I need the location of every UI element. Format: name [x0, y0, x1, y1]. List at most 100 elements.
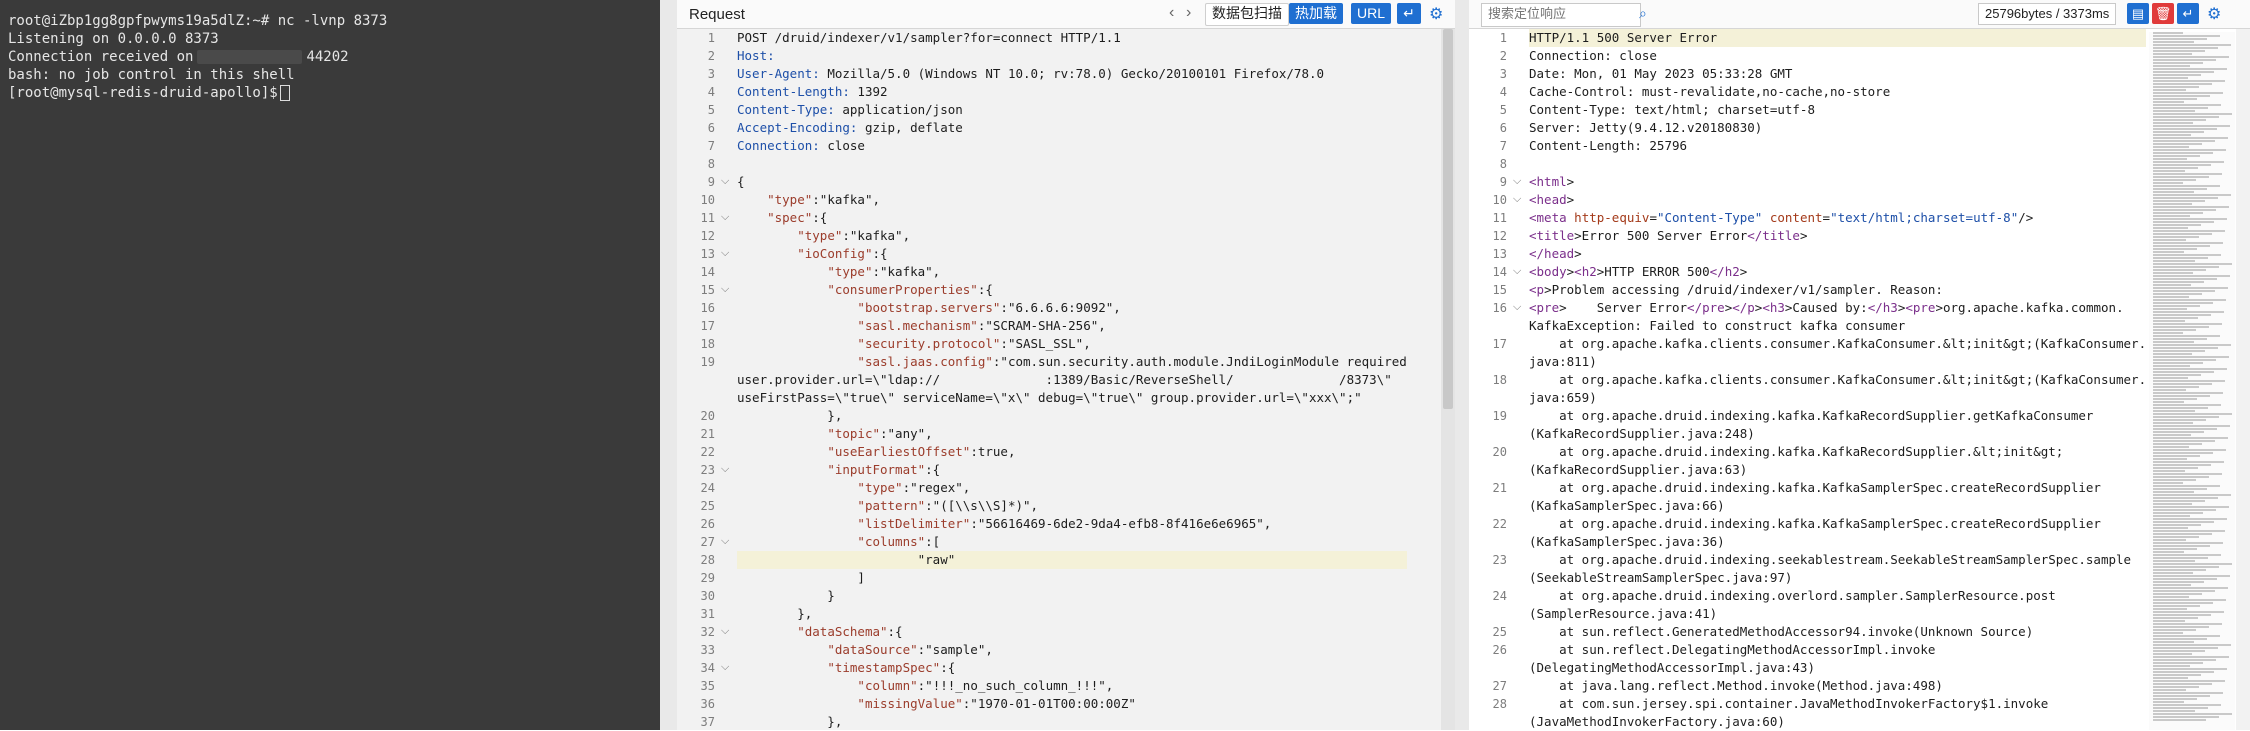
fold-chevron-icon[interactable]: ⌵ [1513, 175, 1521, 188]
minimap-line [2153, 50, 2205, 52]
line-number: 27 [1492, 679, 1507, 693]
terminal-prompt: [root@mysql-redis-druid-apollo]$ [8, 85, 278, 101]
line-number: 21 [1492, 481, 1507, 495]
request-panel: Request ‹ › 数据包扫描 热加载 URL ↵ ⚙ 1234567891… [677, 0, 1455, 730]
packet-scan-button[interactable]: 数据包扫描 [1205, 3, 1289, 26]
minimap-line [2153, 416, 2219, 418]
terminal-panel[interactable]: root@iZbp1gg8gpfpwyms19a5dlZ:~# nc -lvnp… [0, 0, 660, 730]
scroll-thumb[interactable] [1443, 29, 1453, 409]
code-line: at org.apache.druid.indexing.kafka.Kafka… [1529, 408, 2094, 423]
fold-chevron-icon[interactable]: ⌵ [721, 175, 729, 188]
fold-chevron-icon[interactable]: ⌵ [721, 247, 729, 260]
minimap-line [2153, 245, 2210, 247]
prev-arrow-icon[interactable]: ‹ [1169, 4, 1174, 22]
line-number: 11 [1492, 211, 1507, 225]
code-line: Content-Type: application/json [737, 102, 963, 117]
response-panel: ⌕ 25796bytes / 3373ms ▤ 🗑 ↵ ⚙ 1234567891… [1469, 0, 2250, 730]
code-line: at org.apache.druid.indexing.kafka.Kafka… [1529, 516, 2101, 531]
minimap-line [2153, 182, 2183, 184]
fold-chevron-icon[interactable]: ⌵ [721, 535, 729, 548]
minimap-line [2153, 404, 2221, 406]
fold-chevron-icon[interactable]: ⌵ [1513, 301, 1521, 314]
minimap-line [2153, 362, 2203, 364]
copy-icon[interactable]: ▤ [2127, 3, 2149, 24]
minimap-line [2153, 506, 2229, 508]
line-number: 9 [1499, 175, 1507, 189]
response-scrollbar[interactable] [2236, 29, 2250, 730]
fold-chevron-icon[interactable]: ⌵ [721, 625, 729, 638]
code-line: at java.lang.reflect.Method.invoke(Metho… [1529, 678, 1943, 693]
line-number: 20 [1492, 445, 1507, 459]
minimap-line [2153, 242, 2223, 244]
hotload-button[interactable]: 热加载 [1289, 3, 1343, 24]
line-number-gutter: 1 2 3 4 5 6 7 8 9 10 11 12 13 14 15 16 17 18 19 20 21 22 23 24 2… [677, 29, 715, 731]
line-number: 29 [700, 571, 715, 585]
minimap-line [2153, 539, 2186, 541]
minimap-line [2153, 482, 2183, 484]
code-line: "inputFormat":{ [827, 462, 941, 477]
minimap-line [2153, 215, 2190, 217]
delete-icon[interactable]: 🗑 [2152, 3, 2174, 24]
response-code[interactable]: HTTP/1.1 500 Server Error Connection: clo… [1529, 29, 2147, 731]
fold-chevron-icon[interactable]: ⌵ [1513, 193, 1521, 206]
code-line: <p>Problem accessing /druid/indexer/v1/s… [1529, 282, 1943, 297]
minimap-line [2153, 704, 2221, 706]
fold-chevron-icon[interactable]: ⌵ [721, 211, 729, 224]
minimap-line [2153, 605, 2200, 607]
line-number: 8 [1499, 157, 1507, 171]
minimap-line [2153, 626, 2209, 628]
minimap-line [2153, 149, 2226, 151]
request-code[interactable]: POST /druid/indexer/v1/sampler?for=conne… [737, 29, 1407, 731]
fold-chevron-icon[interactable]: ⌵ [721, 283, 729, 296]
minimap-line [2153, 488, 2207, 490]
minimap-line [2153, 188, 2207, 190]
minimap-line [2153, 665, 2190, 667]
fold-chevron-icon[interactable]: ⌵ [721, 661, 729, 674]
minimap-line [2153, 101, 2184, 103]
minimap-line [2153, 674, 2201, 676]
minimap-line [2153, 557, 2208, 559]
code-line: at org.apache.druid.indexing.seekablestr… [1529, 552, 2132, 567]
code-line: Host: [737, 48, 775, 63]
minimap-line [2153, 86, 2199, 88]
search-icon[interactable]: ⌕ [1639, 5, 1647, 22]
fold-chevron-icon[interactable]: ⌵ [721, 463, 729, 476]
minimap-line [2153, 311, 2224, 313]
minimap-line [2153, 548, 2197, 550]
line-number: 13 [700, 247, 715, 261]
response-editor[interactable]: 1 2 3 4 5 6 7 8 9 10 11 12 13 14 15 16 17 18 19 20 21 22 23 24 2… [1469, 29, 2149, 730]
request-scrollbar[interactable] [1441, 29, 1455, 730]
minimap-line [2153, 125, 2230, 127]
next-arrow-icon[interactable]: › [1186, 4, 1191, 22]
url-button[interactable]: URL [1351, 3, 1392, 24]
code-line: <pre> Server Error</pre></p><h3>Caused b… [1529, 300, 2124, 315]
line-number: 17 [1492, 337, 1507, 351]
minimap-line [2153, 47, 2218, 49]
minimap[interactable] [2149, 32, 2235, 730]
minimap-line [2153, 593, 2202, 595]
minimap-line [2153, 227, 2188, 229]
minimap-line [2153, 347, 2218, 349]
request-editor[interactable]: 1 2 3 4 5 6 7 8 9 10 11 12 13 14 15 16 17 18 19 20 21 22 23 24 2… [677, 29, 1455, 730]
gear-icon[interactable]: ⚙ [2207, 4, 2221, 24]
line-number: 3 [1499, 67, 1507, 81]
minimap-line [2153, 116, 2219, 118]
code-line: (SamplerResource.java:41) [1529, 606, 1718, 621]
minimap-line [2153, 155, 2200, 157]
code-line: <body><h2>HTTP ERROR 500</h2> [1529, 264, 1748, 279]
gear-icon[interactable]: ⚙ [1429, 4, 1443, 24]
code-line: }, [737, 606, 813, 621]
wrap-icon[interactable]: ↵ [1397, 3, 1421, 24]
line-number: 1 [707, 31, 715, 45]
fold-chevron-icon[interactable]: ⌵ [1513, 265, 1521, 278]
minimap-line [2153, 56, 2229, 58]
minimap-line [2153, 221, 2214, 223]
wrap-icon[interactable]: ↵ [2177, 3, 2199, 24]
minimap-line [2153, 332, 2183, 334]
terminal-line: [root@mysql-redis-druid-apollo]$ [0, 84, 660, 102]
minimap-line [2153, 194, 2231, 196]
minimap-line [2153, 518, 2227, 520]
line-number: 12 [700, 229, 715, 243]
response-search-input[interactable] [1481, 3, 1641, 27]
